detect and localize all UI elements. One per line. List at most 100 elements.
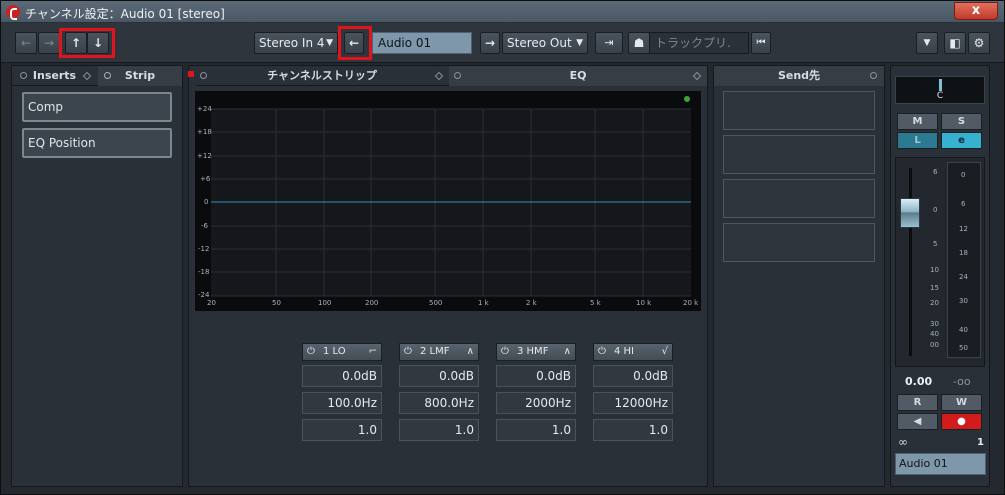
layout-button[interactable]: ◧ <box>944 32 966 54</box>
power-icon[interactable]: ⏻ <box>501 344 509 360</box>
meter-scale-label: 30 <box>959 297 968 305</box>
x-tick-label: 50 <box>272 299 281 307</box>
record-enable-button[interactable]: ● <box>941 413 982 430</box>
strip-slot-eq-position[interactable]: EQ Position <box>22 128 172 158</box>
y-tick-label: -6 <box>201 222 208 230</box>
eq-band-2-freq[interactable]: 800.0Hz <box>399 392 479 414</box>
x-tick-label: 100 <box>318 299 332 307</box>
preset-icon: ☗ <box>633 36 645 50</box>
monitor-button[interactable]: ◀ <box>897 413 938 430</box>
peak-readout[interactable]: -oo <box>953 375 971 388</box>
fader-meter-area: 6 0 5 10 15 20 30 40 00 0 6 12 18 24 30 … <box>895 157 985 367</box>
settings-dropdown-button[interactable]: ▼ <box>916 32 938 54</box>
eq-band-1-header[interactable]: ⏻ 1 LO ⌐ <box>302 343 382 361</box>
eq-band-2-gain[interactable]: 0.0dB <box>399 365 479 387</box>
eq-band-4-q[interactable]: 1.0 <box>593 419 673 441</box>
toolbar: ← → ↑ ↓ Stereo In 4 ▼ ← → Stereo Out ▼ ⇥… <box>1 23 1004 63</box>
meter-scale-label: 50 <box>959 344 968 352</box>
edit-channel-button[interactable]: e <box>941 132 982 149</box>
eq-band-3-q[interactable]: 1.0 <box>496 419 576 441</box>
power-icon[interactable]: ⏻ <box>404 344 412 360</box>
eq-band-3-header[interactable]: ⏻ 3 HMF ∧ <box>496 343 576 361</box>
left-tabbar: Inserts Strip <box>12 66 182 86</box>
layout-icon: ◧ <box>949 36 961 50</box>
settings-button[interactable]: ⚙ <box>968 32 990 54</box>
send-slot-1[interactable] <box>723 91 875 130</box>
forward-button[interactable]: → <box>38 32 60 54</box>
fader-scale-label: 30 <box>930 320 939 328</box>
channel-name-label[interactable]: Audio 01 <box>895 453 986 475</box>
y-tick-label: 0 <box>204 198 209 206</box>
power-icon[interactable] <box>200 72 207 79</box>
x-tick-label: 20 <box>207 299 216 307</box>
track-preset-field[interactable]: トラックプリ. <box>649 32 749 54</box>
eq-band-2-q[interactable]: 1.0 <box>399 419 479 441</box>
send-slot-4[interactable] <box>723 223 875 262</box>
tab-eq[interactable]: EQ <box>449 66 707 86</box>
read-automation-button[interactable]: R <box>897 394 938 411</box>
power-icon[interactable] <box>20 72 27 79</box>
power-icon[interactable] <box>870 72 877 79</box>
x-tick-label: 500 <box>429 299 443 307</box>
solo-button[interactable]: S <box>941 113 982 130</box>
eq-band-4-freq[interactable]: 12000Hz <box>593 392 673 414</box>
eq-band-3-gain[interactable]: 0.0dB <box>496 365 576 387</box>
strip-slot-comp[interactable]: Comp <box>22 92 172 122</box>
high-shelf-icon[interactable]: √ <box>662 344 668 360</box>
eq-band-2-name: 2 LMF <box>420 346 450 357</box>
fader-scale-label: 10 <box>930 266 939 274</box>
eq-band-1-freq[interactable]: 100.0Hz <box>302 392 382 414</box>
eq-tabbar: チャンネルストリップ EQ <box>196 66 707 86</box>
peak-filter-icon[interactable]: ∧ <box>467 344 474 360</box>
write-automation-button[interactable]: W <box>941 394 982 411</box>
output-direction-button[interactable]: → <box>480 32 500 54</box>
x-tick-label: 1 k <box>478 299 489 307</box>
power-icon[interactable] <box>454 72 461 79</box>
preset-rewind-button[interactable]: ⏮ <box>751 32 771 54</box>
y-tick-label: +6 <box>200 175 211 183</box>
meter-scale-label: 0 <box>961 171 966 179</box>
tab-sends[interactable]: Send先 <box>714 66 884 86</box>
volume-fader-handle[interactable] <box>900 198 920 228</box>
send-slot-2[interactable] <box>723 135 875 174</box>
track-preset-button[interactable]: ☗ <box>628 32 650 54</box>
fader-track <box>909 168 912 356</box>
y-tick-label: +12 <box>197 152 212 160</box>
title-bar: チャンネル設定：Audio 01 [stereo] x <box>1 1 1004 23</box>
eq-band-1-q[interactable]: 1.0 <box>302 419 382 441</box>
y-tick-label: -24 <box>198 291 210 299</box>
close-button[interactable]: x <box>954 2 998 20</box>
eq-band-2-header[interactable]: ⏻ 2 LMF ∧ <box>399 343 479 361</box>
tab-channel-strip[interactable]: チャンネルストリップ <box>196 66 448 86</box>
y-tick-label: -18 <box>198 268 210 276</box>
power-icon[interactable]: ⏻ <box>307 344 315 360</box>
eq-band-4-header[interactable]: ⏻ 4 HI √ <box>593 343 673 361</box>
volume-readout[interactable]: 0.00 <box>905 375 932 388</box>
eq-band-1-gain[interactable]: 0.0dB <box>302 365 382 387</box>
send-slot-3[interactable] <box>723 179 875 218</box>
input-routing-select[interactable]: Stereo In 4 ▼ <box>254 32 338 54</box>
eq-band-4-gain[interactable]: 0.0dB <box>593 365 673 387</box>
pan-value: C <box>936 91 944 101</box>
eq-band-3-freq[interactable]: 2000Hz <box>496 392 576 414</box>
power-icon[interactable] <box>104 72 111 79</box>
eq-band-4-name: 4 HI <box>614 346 635 357</box>
x-tick-label: 200 <box>365 299 379 307</box>
y-tick-label: -12 <box>198 245 210 253</box>
back-button[interactable]: ← <box>15 32 37 54</box>
routing-editor-button[interactable]: ⇥ <box>595 32 623 54</box>
channel-name-field[interactable]: Audio 01 <box>372 32 472 54</box>
mute-button[interactable]: M <box>897 113 938 130</box>
fader-scale-label: 6 <box>933 168 938 176</box>
output-routing-select[interactable]: Stereo Out ▼ <box>502 32 588 54</box>
listen-button[interactable]: L <box>897 132 938 149</box>
pan-control[interactable]: C <box>895 76 985 104</box>
x-tick-label: 5 k <box>590 299 601 307</box>
meter-scale-label: 40 <box>959 326 968 334</box>
low-shelf-icon[interactable]: ⌐ <box>369 344 377 360</box>
chevron-down-icon: ▼ <box>326 38 333 48</box>
power-icon[interactable]: ⏻ <box>598 344 606 360</box>
peak-filter-icon[interactable]: ∧ <box>564 344 571 360</box>
eq-curve-display[interactable]: +24 +18 +12 +6 0 -6 -12 -18 -24 20 50 10… <box>195 91 701 311</box>
output-routing-value: Stereo Out <box>507 36 572 50</box>
